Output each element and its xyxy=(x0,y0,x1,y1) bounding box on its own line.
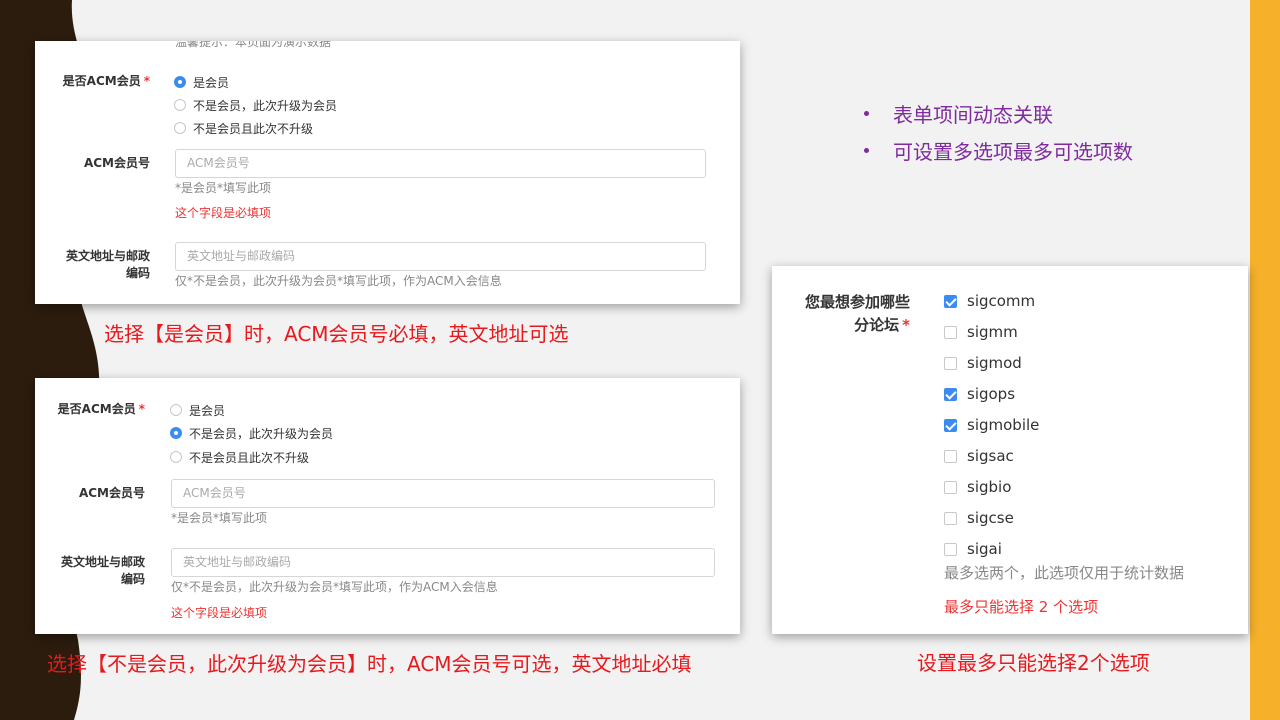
radio-empty-icon[interactable] xyxy=(170,404,182,416)
checkbox-empty-icon[interactable] xyxy=(944,480,957,494)
radio-selected-icon[interactable] xyxy=(170,427,182,439)
form-panel-upgrade: 是否ACM会员 * 是会员 不是会员，此次升级为会员 不是会员且此次不升级 ACM… xyxy=(35,378,740,634)
address-label: 英文地址与邮政 编码 xyxy=(60,555,145,586)
checkbox-empty-icon[interactable] xyxy=(944,449,957,463)
forum-question-label: 您最想参加哪些 分论坛 * xyxy=(804,293,910,334)
member-status-label: 是否ACM会员 * xyxy=(62,74,150,88)
member-number-hint: *是会员*填写此项 xyxy=(171,511,268,525)
member-status-label: 是否ACM会员 * xyxy=(57,402,145,416)
forum-hint: 最多选两个，此选项仅用于统计数据 xyxy=(944,564,1185,582)
feature-bullet-list: 表单项间动态关联 可设置多选项最多可选项数 xyxy=(858,97,1133,171)
checkbox-option[interactable]: sigbio xyxy=(944,477,1011,497)
cut-off-text: 温馨提示：本页面为演示数据 xyxy=(175,41,332,49)
checkbox-option[interactable]: sigmm xyxy=(944,322,1018,342)
address-hint: 仅*不是会员，此次升级为会员*填写此项，作为ACM入会信息 xyxy=(175,274,502,288)
address-hint: 仅*不是会员，此次升级为会员*填写此项，作为ACM入会信息 xyxy=(171,580,498,594)
required-mark: * xyxy=(138,402,145,416)
member-number-label: ACM会员号 xyxy=(83,156,150,170)
checkbox-option[interactable]: sigmobile xyxy=(944,415,1039,435)
feature-bullet: 表单项间动态关联 xyxy=(858,97,1133,129)
caption-forums: 设置最多只能选择2个选项 xyxy=(917,651,1150,675)
address-input[interactable]: 英文地址与邮政编码 xyxy=(171,548,715,577)
checkbox-checked-icon[interactable] xyxy=(944,294,957,308)
address-error: 这个字段是必填项 xyxy=(171,606,268,620)
checkbox-checked-icon[interactable] xyxy=(944,418,957,432)
form-panel-forums: 您最想参加哪些 分论坛 * sigcomm sigmm sigmod sigops … xyxy=(772,266,1248,634)
forum-error: 最多只能选择 2 个选项 xyxy=(944,598,1099,616)
radio-selected-icon[interactable] xyxy=(174,76,186,88)
checkbox-option[interactable]: sigmod xyxy=(944,353,1022,373)
radio-option-member[interactable]: 是会员 xyxy=(174,73,229,91)
required-mark: * xyxy=(143,74,150,88)
radio-option-member[interactable]: 是会员 xyxy=(170,401,225,419)
radio-empty-icon[interactable] xyxy=(174,122,186,134)
member-number-input[interactable]: ACM会员号 xyxy=(175,149,706,178)
checkbox-empty-icon[interactable] xyxy=(944,356,957,370)
member-number-input[interactable]: ACM会员号 xyxy=(171,479,715,508)
required-mark: * xyxy=(902,316,910,334)
checkbox-empty-icon[interactable] xyxy=(944,511,957,525)
bullet-dot-icon xyxy=(864,147,869,153)
member-number-label: ACM会员号 xyxy=(78,486,145,500)
checkbox-checked-icon[interactable] xyxy=(944,387,957,401)
radio-empty-icon[interactable] xyxy=(170,451,182,463)
form-panel-member: 温馨提示：本页面为演示数据 是否ACM会员 * 是会员 不是会员，此次升级为会员 … xyxy=(35,41,740,304)
address-label: 英文地址与邮政 编码 xyxy=(65,249,150,280)
radio-option-upgrade[interactable]: 不是会员，此次升级为会员 xyxy=(170,424,333,442)
checkbox-option[interactable]: sigops xyxy=(944,384,1015,404)
radio-empty-icon[interactable] xyxy=(174,99,186,111)
checkbox-option[interactable]: sigsac xyxy=(944,446,1014,466)
checkbox-empty-icon[interactable] xyxy=(944,542,957,556)
right-accent-bar xyxy=(1250,0,1280,720)
bullet-dot-icon xyxy=(864,110,869,116)
checkbox-option[interactable]: sigcomm xyxy=(944,291,1035,311)
caption-member: 选择【是会员】时，ACM会员号必填，英文地址可选 xyxy=(104,322,569,346)
radio-option-no-upgrade[interactable]: 不是会员且此次不升级 xyxy=(174,119,313,137)
radio-option-upgrade[interactable]: 不是会员，此次升级为会员 xyxy=(174,96,337,114)
caption-upgrade: 选择【不是会员，此次升级为会员】时，ACM会员号可选，英文地址必填 xyxy=(47,652,692,676)
feature-bullet: 可设置多选项最多可选项数 xyxy=(858,134,1133,166)
checkbox-empty-icon[interactable] xyxy=(944,325,957,339)
checkbox-option[interactable]: sigcse xyxy=(944,508,1014,528)
member-number-hint: *是会员*填写此项 xyxy=(175,181,272,195)
radio-option-no-upgrade[interactable]: 不是会员且此次不升级 xyxy=(170,448,309,466)
address-input[interactable]: 英文地址与邮政编码 xyxy=(175,242,706,271)
member-number-error: 这个字段是必填项 xyxy=(175,206,272,220)
checkbox-option[interactable]: sigai xyxy=(944,539,1002,559)
